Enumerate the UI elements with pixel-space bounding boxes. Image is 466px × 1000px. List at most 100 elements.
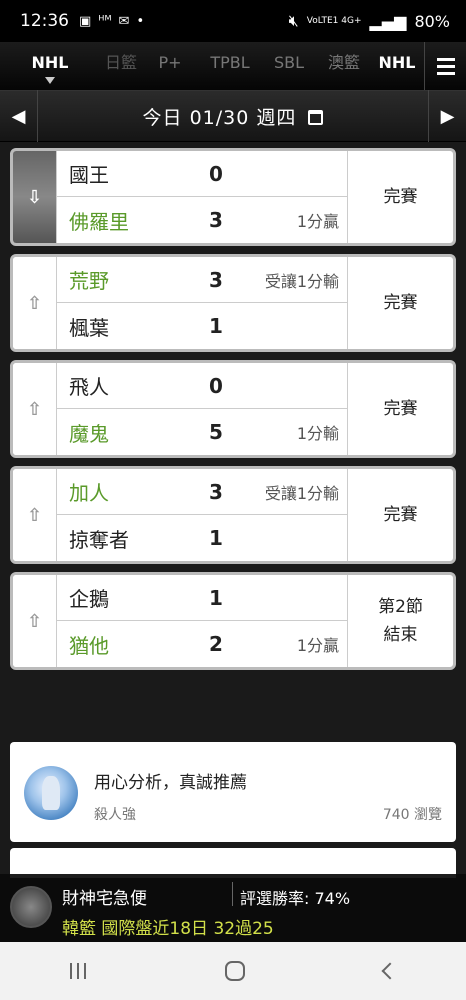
team-score: 3 [209, 267, 223, 292]
promo-banner[interactable]: 財神宅急便 評選勝率: 74% 韓籃 國際盤近18日 32過25 [0, 874, 466, 942]
expand-toggle[interactable]: ⇧ [13, 575, 57, 667]
signal-icon: ▂▄▆ [369, 11, 407, 31]
promo-avatar [10, 886, 52, 928]
dot-icon: • [136, 13, 145, 29]
team-row: 楓葉 1 [57, 303, 347, 349]
date-bar: ◀ 今日 01/30 週四 ▶ [0, 90, 466, 142]
hamburger-icon [436, 57, 455, 61]
team-row: 猶他 2 1分贏 [57, 621, 347, 667]
team-row: 飛人 0 [57, 363, 347, 409]
mute-icon: 🔇︎ [288, 11, 299, 30]
author-avatar [24, 766, 78, 820]
expand-toggle[interactable]: ⇩ [13, 151, 57, 243]
status-line: 結束 [383, 625, 418, 645]
status-time: 12:36 [20, 11, 69, 31]
prev-date-button[interactable]: ◀ [0, 90, 38, 142]
expand-toggle[interactable]: ⇧ [13, 257, 57, 349]
gallery-icon: ▣ [79, 13, 92, 29]
system-nav-bar [0, 942, 466, 1000]
game-status: 完賽 [347, 257, 453, 349]
arrow-down-icon: ⇩ [26, 186, 43, 208]
result-note: 1分贏 [296, 212, 339, 231]
team-score: 0 [209, 373, 223, 398]
date-selector[interactable]: 今日 01/30 週四 [38, 103, 428, 130]
game-teams: 加人 3 受讓1分輸 掠奪者 1 [57, 469, 347, 561]
network-type: VoLTE1 4G+ [306, 15, 362, 26]
team-score: 1 [209, 526, 223, 550]
games-list: ⇩ 國王 0 佛羅里 3 1分贏 完賽 ⇧ 荒野 3 受讓1分輸 楓葉 1 完賽… [10, 148, 456, 678]
game-teams: 企鵝 1 猶他 2 1分贏 [57, 575, 347, 667]
tab-sbl[interactable]: SBL [262, 42, 316, 90]
tab-pleague[interactable]: P+ [142, 42, 198, 90]
team-row: 加人 3 受讓1分輸 [57, 469, 347, 515]
team-score: 3 [209, 479, 223, 504]
article-views: 740 瀏覽 [382, 807, 442, 823]
promo-name: 財神宅急便 [62, 889, 147, 909]
tab-label: TPBL [210, 53, 250, 72]
game-card[interactable]: ⇧ 加人 3 受讓1分輸 掠奪者 1 完賽 [10, 466, 456, 564]
tab-nhl-2[interactable]: NHL [372, 42, 422, 90]
game-status: 完賽 [347, 363, 453, 455]
article-card[interactable]: 用心分析，真誠推薦 殺人強 740 瀏覽 [10, 742, 456, 842]
team-score: 3 [209, 208, 223, 232]
team-row: 掠奪者 1 [57, 515, 347, 561]
game-card[interactable]: ⇧ 飛人 0 魔鬼 5 1分輸 完賽 [10, 360, 456, 458]
hamburger-line [436, 64, 455, 68]
recent-line [76, 963, 79, 979]
tab-label: SBL [273, 53, 305, 72]
mail-icon: ✉ [118, 13, 130, 29]
tab-label: NHL [378, 53, 416, 72]
team-score: 0 [209, 161, 223, 186]
date-text: 今日 01/30 週四 [142, 106, 297, 129]
arrow-up-icon: ⇧ [26, 504, 43, 526]
promo-win-rate: 評選勝率: 74% [240, 889, 351, 908]
team-score: 1 [209, 585, 223, 610]
arrow-up-icon: ⇧ [26, 610, 43, 632]
team-score: 5 [209, 420, 223, 444]
team-row: 魔鬼 5 1分輸 [57, 409, 347, 455]
team-row: 企鵝 1 [57, 575, 347, 621]
team-row: 國王 0 [57, 151, 347, 197]
team-name: 國王 [69, 163, 109, 187]
team-row: 佛羅里 3 1分贏 [57, 197, 347, 243]
team-name: 佛羅里 [69, 209, 129, 234]
game-card[interactable]: ⇩ 國王 0 佛羅里 3 1分贏 完賽 [10, 148, 456, 246]
battery-level: 80% [414, 11, 450, 31]
game-status: 完賽 [347, 469, 453, 561]
tab-label: 日籃 [104, 53, 137, 72]
triangle-right-icon: ▶ [440, 105, 455, 127]
game-teams: 飛人 0 魔鬼 5 1分輸 [57, 363, 347, 455]
team-name: 楓葉 [69, 315, 109, 340]
tab-japan-basketball[interactable]: 日籃 [100, 42, 142, 90]
triangle-left-icon: ◀ [11, 105, 26, 127]
game-card[interactable]: ⇧ 企鵝 1 猶他 2 1分贏 第2節 結束 [10, 572, 456, 670]
tab-nhl[interactable]: NHL [0, 42, 100, 90]
game-card[interactable]: ⇧ 荒野 3 受讓1分輸 楓葉 1 完賽 [10, 254, 456, 352]
sport-tabs: NHL 日籃 P+ TPBL SBL 澳籃 NHL [0, 42, 466, 90]
tab-label: 澳籃 [327, 53, 360, 72]
team-name: 企鵝 [69, 587, 109, 611]
game-teams: 荒野 3 受讓1分輸 楓葉 1 [57, 257, 347, 349]
recent-apps-icon[interactable] [69, 963, 86, 979]
expand-toggle[interactable]: ⇧ [13, 469, 57, 561]
team-name: 掠奪者 [69, 527, 129, 552]
tab-tpbl[interactable]: TPBL [198, 42, 262, 90]
menu-button[interactable] [424, 42, 466, 90]
back-icon[interactable] [381, 962, 399, 980]
team-name: 飛人 [69, 375, 109, 399]
result-note: 1分贏 [296, 636, 339, 655]
home-icon[interactable] [224, 961, 245, 981]
team-score: 2 [209, 632, 223, 656]
calendar-icon [308, 109, 324, 125]
arrow-up-icon: ⇧ [26, 398, 43, 420]
divider [232, 882, 233, 906]
game-status: 完賽 [347, 151, 453, 243]
next-date-button[interactable]: ▶ [428, 90, 466, 142]
status-bar: 12:36 ▣ ᴴᴹ ✉ • 🔇︎ VoLTE1 4G+ ▂▄▆ 80% [0, 0, 466, 42]
article-author: 殺人強 [94, 807, 136, 823]
tab-australia-basketball[interactable]: 澳籃 [316, 42, 372, 90]
status-line: 第2節 [378, 597, 423, 617]
team-score: 1 [209, 314, 223, 338]
expand-toggle[interactable]: ⇧ [13, 363, 57, 455]
result-note: 受讓1分輸 [264, 483, 339, 503]
